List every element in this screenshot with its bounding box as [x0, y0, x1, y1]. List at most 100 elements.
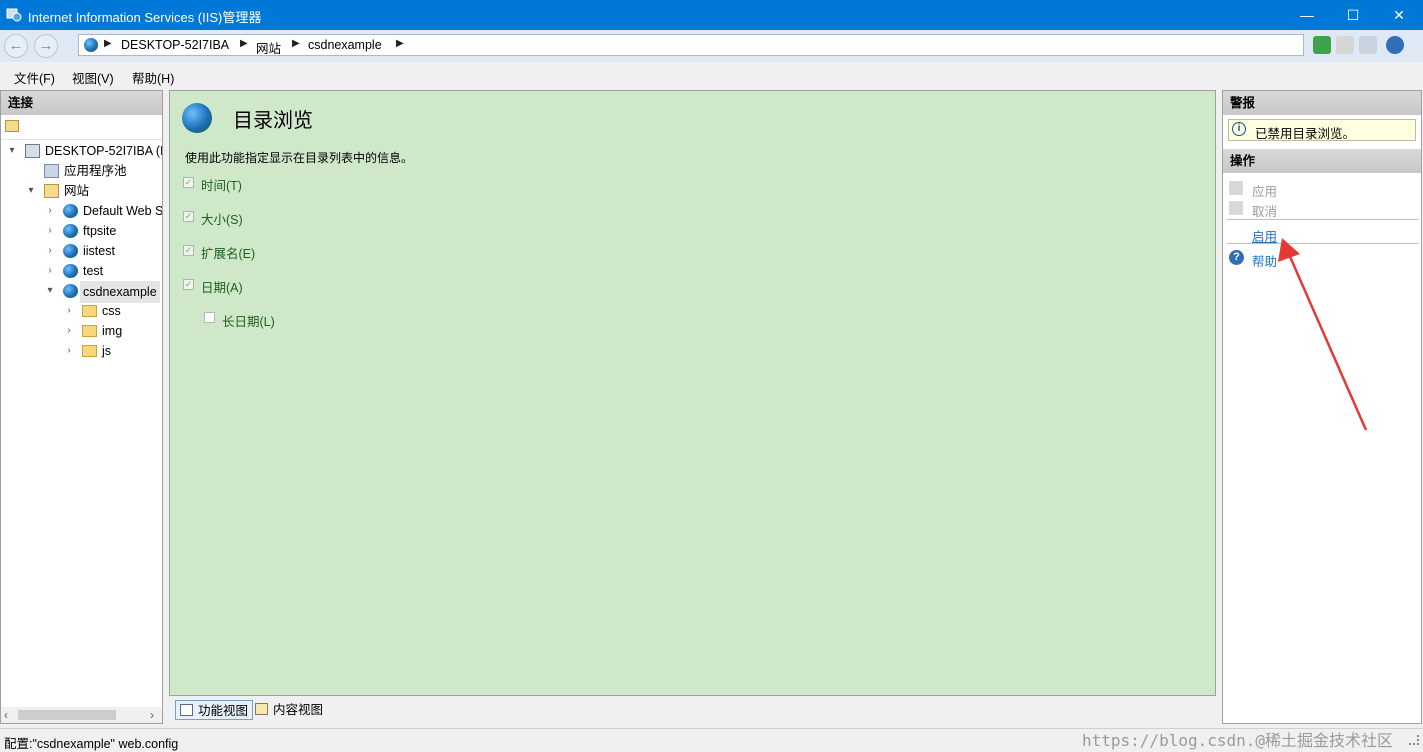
feature-page: 目录浏览 使用此功能指定显示在目录列表中的信息。 ✓ 时间(T) ✓ 大小(S)… [169, 90, 1216, 696]
breadcrumb-site[interactable]: csdnexample [308, 38, 382, 52]
features-view-icon [180, 704, 193, 716]
expand-icon[interactable]: › [64, 341, 74, 361]
globe-icon [182, 103, 212, 133]
expand-icon[interactable]: › [45, 241, 55, 261]
tree-label: Default Web S [83, 204, 163, 218]
resize-grip-icon[interactable] [1409, 735, 1419, 745]
alert-message-box: i 已禁用目录浏览。 [1228, 119, 1416, 141]
time-checkbox[interactable]: ✓ [183, 177, 194, 188]
scroll-left-icon[interactable]: ‹ [4, 708, 8, 722]
collapse-icon[interactable]: ▾ [7, 141, 17, 161]
tree-node-server[interactable]: ▾ DESKTOP-52I7IBA (D [1, 141, 163, 161]
date-checkbox-label[interactable]: 日期(A) [201, 277, 243, 296]
menu-help[interactable]: 帮助(H) [132, 68, 174, 87]
tree-label: 网站 [64, 184, 90, 198]
expand-icon[interactable]: › [45, 201, 55, 221]
breadcrumb-separator: ▶ [104, 38, 112, 49]
tree-label: js [102, 344, 112, 358]
tree-label: ftpsite [83, 224, 117, 238]
navigation-bar: ← → ▶ DESKTOP-52I7IBA ▶ 网站 ▶ csdnexample… [0, 30, 1423, 62]
globe-icon [63, 244, 78, 258]
menu-file[interactable]: 文件(F) [14, 68, 55, 87]
app-pool-icon [44, 164, 59, 178]
view-tabs: 功能视图 内容视图 [169, 698, 1216, 724]
feature-description: 使用此功能指定显示在目录列表中的信息。 [185, 151, 414, 165]
content-view-tab[interactable]: 内容视图 [251, 700, 327, 720]
scrollbar-thumb[interactable] [18, 710, 116, 720]
tree-label: DESKTOP-52I7IBA (D [45, 144, 163, 158]
refresh-icon[interactable] [1313, 36, 1331, 54]
long-date-checkbox-label[interactable]: 长日期(L) [222, 311, 275, 330]
home-icon[interactable] [1359, 36, 1377, 54]
address-bar[interactable]: ▶ DESKTOP-52I7IBA ▶ 网站 ▶ csdnexample ▶ [78, 34, 1304, 56]
iis-app-icon [6, 6, 22, 22]
sites-icon [44, 184, 59, 198]
features-view-tab[interactable]: 功能视图 [175, 700, 254, 720]
stop-icon[interactable] [1336, 36, 1354, 54]
extension-checkbox-label[interactable]: 扩展名(E) [201, 243, 255, 262]
tree-node-folder[interactable]: › js [1, 341, 162, 361]
content-view-icon [255, 703, 268, 715]
time-checkbox-label[interactable]: 时间(T) [201, 175, 242, 194]
close-button[interactable]: ✕ [1376, 0, 1422, 30]
connections-panel: 连接 ▾ DESKTOP-52I7IBA (D 应用程序池 ▾ 网站 › Def… [0, 90, 163, 724]
breadcrumb-separator: ▶ [396, 38, 404, 49]
breadcrumb-sites[interactable]: 网站 [256, 38, 281, 57]
features-view-label: 功能视图 [198, 704, 249, 718]
tree-label: css [102, 304, 121, 318]
tree-label: test [83, 264, 104, 278]
forward-button[interactable]: → [34, 34, 58, 58]
apply-action[interactable]: 应用 [1252, 181, 1277, 200]
connections-header: 连接 [1, 91, 162, 115]
tree-node-site[interactable]: › ftpsite [1, 221, 162, 241]
menu-view[interactable]: 视图(V) [72, 68, 114, 87]
collapse-icon[interactable]: ▾ [45, 281, 55, 301]
cancel-action[interactable]: 取消 [1252, 201, 1277, 220]
minimize-button[interactable]: — [1284, 0, 1330, 30]
breadcrumb-server[interactable]: DESKTOP-52I7IBA [121, 38, 229, 52]
server-icon [25, 144, 40, 158]
collapse-icon[interactable]: ▾ [26, 181, 36, 201]
expand-icon[interactable]: › [64, 301, 74, 321]
actions-header: 操作 [1223, 149, 1421, 173]
size-checkbox-label[interactable]: 大小(S) [201, 209, 243, 228]
tree-node-site[interactable]: › iistest [1, 241, 162, 261]
tree-node-sites[interactable]: ▾ 网站 [1, 181, 162, 201]
globe-icon [84, 38, 98, 52]
back-button[interactable]: ← [4, 34, 28, 58]
create-connection-icon[interactable] [5, 120, 19, 132]
tree-label: 应用程序池 [64, 164, 127, 178]
long-date-checkbox[interactable] [204, 312, 215, 323]
tree-node-folder[interactable]: › css [1, 301, 162, 321]
actions-divider [1227, 219, 1419, 220]
date-checkbox[interactable]: ✓ [183, 279, 194, 290]
tree-node-app-pools[interactable]: 应用程序池 [1, 161, 162, 181]
tree-node-site[interactable]: › test [1, 261, 162, 281]
expand-icon[interactable]: › [45, 261, 55, 281]
globe-icon [63, 224, 78, 238]
tree-node-site-selected[interactable]: ▾ csdnexample [1, 281, 162, 303]
folder-icon [82, 305, 97, 317]
scroll-right-icon[interactable]: › [150, 708, 154, 722]
maximize-button[interactable]: ☐ [1330, 0, 1376, 30]
extension-checkbox[interactable]: ✓ [183, 245, 194, 256]
globe-icon [63, 264, 78, 278]
tree-label: img [102, 324, 123, 338]
tree-node-site[interactable]: › Default Web S [1, 201, 163, 221]
cancel-icon [1229, 201, 1243, 215]
breadcrumb-separator: ▶ [240, 38, 248, 49]
folder-icon [82, 325, 97, 337]
help-menu-icon[interactable] [1386, 36, 1404, 54]
info-icon: i [1232, 122, 1246, 136]
tree-label: iistest [83, 244, 115, 258]
horizontal-scrollbar[interactable]: ‹ › [1, 707, 162, 723]
connections-toolbar [1, 115, 162, 140]
expand-icon[interactable]: › [45, 221, 55, 241]
tree-label: csdnexample [80, 281, 160, 303]
watermark-text: https://blog.csdn.@稀土掘金技术社区 [1082, 731, 1394, 750]
expand-icon[interactable]: › [64, 321, 74, 341]
tree-node-folder[interactable]: › img [1, 321, 162, 341]
window-title: Internet Information Services (IIS)管理器 [28, 10, 262, 25]
size-checkbox[interactable]: ✓ [183, 211, 194, 222]
feature-title: 目录浏览 [233, 110, 313, 132]
